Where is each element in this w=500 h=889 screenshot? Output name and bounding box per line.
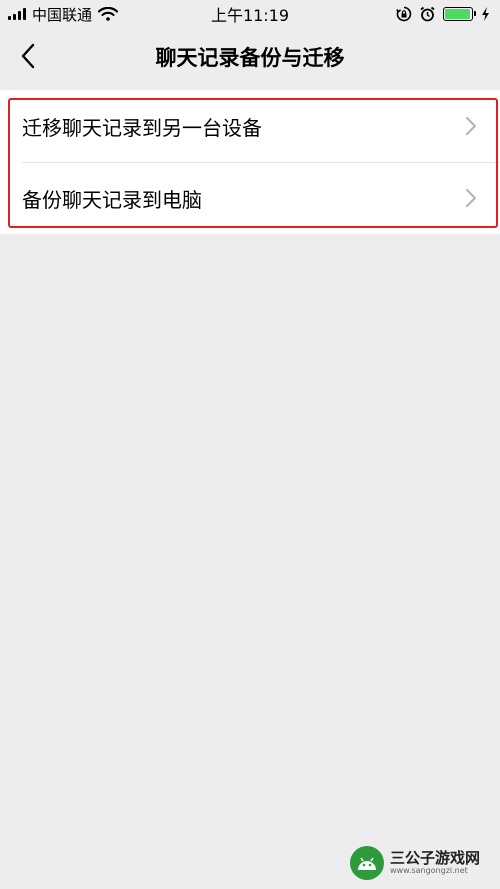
- menu-item-label: 迁移聊天记录到另一台设备: [22, 115, 262, 140]
- charging-icon: [482, 7, 489, 21]
- status-right: [396, 6, 490, 22]
- migrate-chat-history-item[interactable]: 迁移聊天记录到另一台设备: [0, 90, 500, 162]
- rotation-lock-icon: [396, 6, 412, 22]
- carrier-label: 中国联通: [32, 5, 93, 24]
- site-watermark: 三公子游戏网 www.sangongzi.net: [350, 843, 490, 883]
- battery-fill: [445, 9, 470, 19]
- menu-item-label: 备份聊天记录到电脑: [22, 187, 202, 212]
- android-logo-icon: [350, 846, 384, 880]
- menu-list: 迁移聊天记录到另一台设备 备份聊天记录到电脑: [0, 90, 500, 234]
- alarm-icon: [420, 6, 435, 22]
- status-left: 中国联通: [8, 4, 119, 25]
- watermark-text: 三公子游戏网 www.sangongzi.net: [390, 850, 480, 875]
- wifi-icon: [98, 7, 119, 21]
- chevron-left-icon[interactable]: [14, 41, 44, 71]
- chevron-right-icon: [466, 117, 476, 135]
- navigation-bar: 聊天记录备份与迁移: [0, 28, 500, 86]
- signal-icon: [8, 8, 26, 20]
- chevron-right-icon: [466, 189, 476, 207]
- status-bar: 中国联通 上午11:19: [0, 0, 500, 28]
- battery-icon: [443, 7, 476, 21]
- watermark-name: 三公子游戏网: [390, 849, 481, 868]
- status-time: 上午11:19: [210, 6, 290, 25]
- backup-to-computer-item[interactable]: 备份聊天记录到电脑: [0, 162, 500, 234]
- page-title: 聊天记录备份与迁移: [155, 46, 345, 70]
- watermark-url: www.sangongzi.net: [390, 865, 468, 875]
